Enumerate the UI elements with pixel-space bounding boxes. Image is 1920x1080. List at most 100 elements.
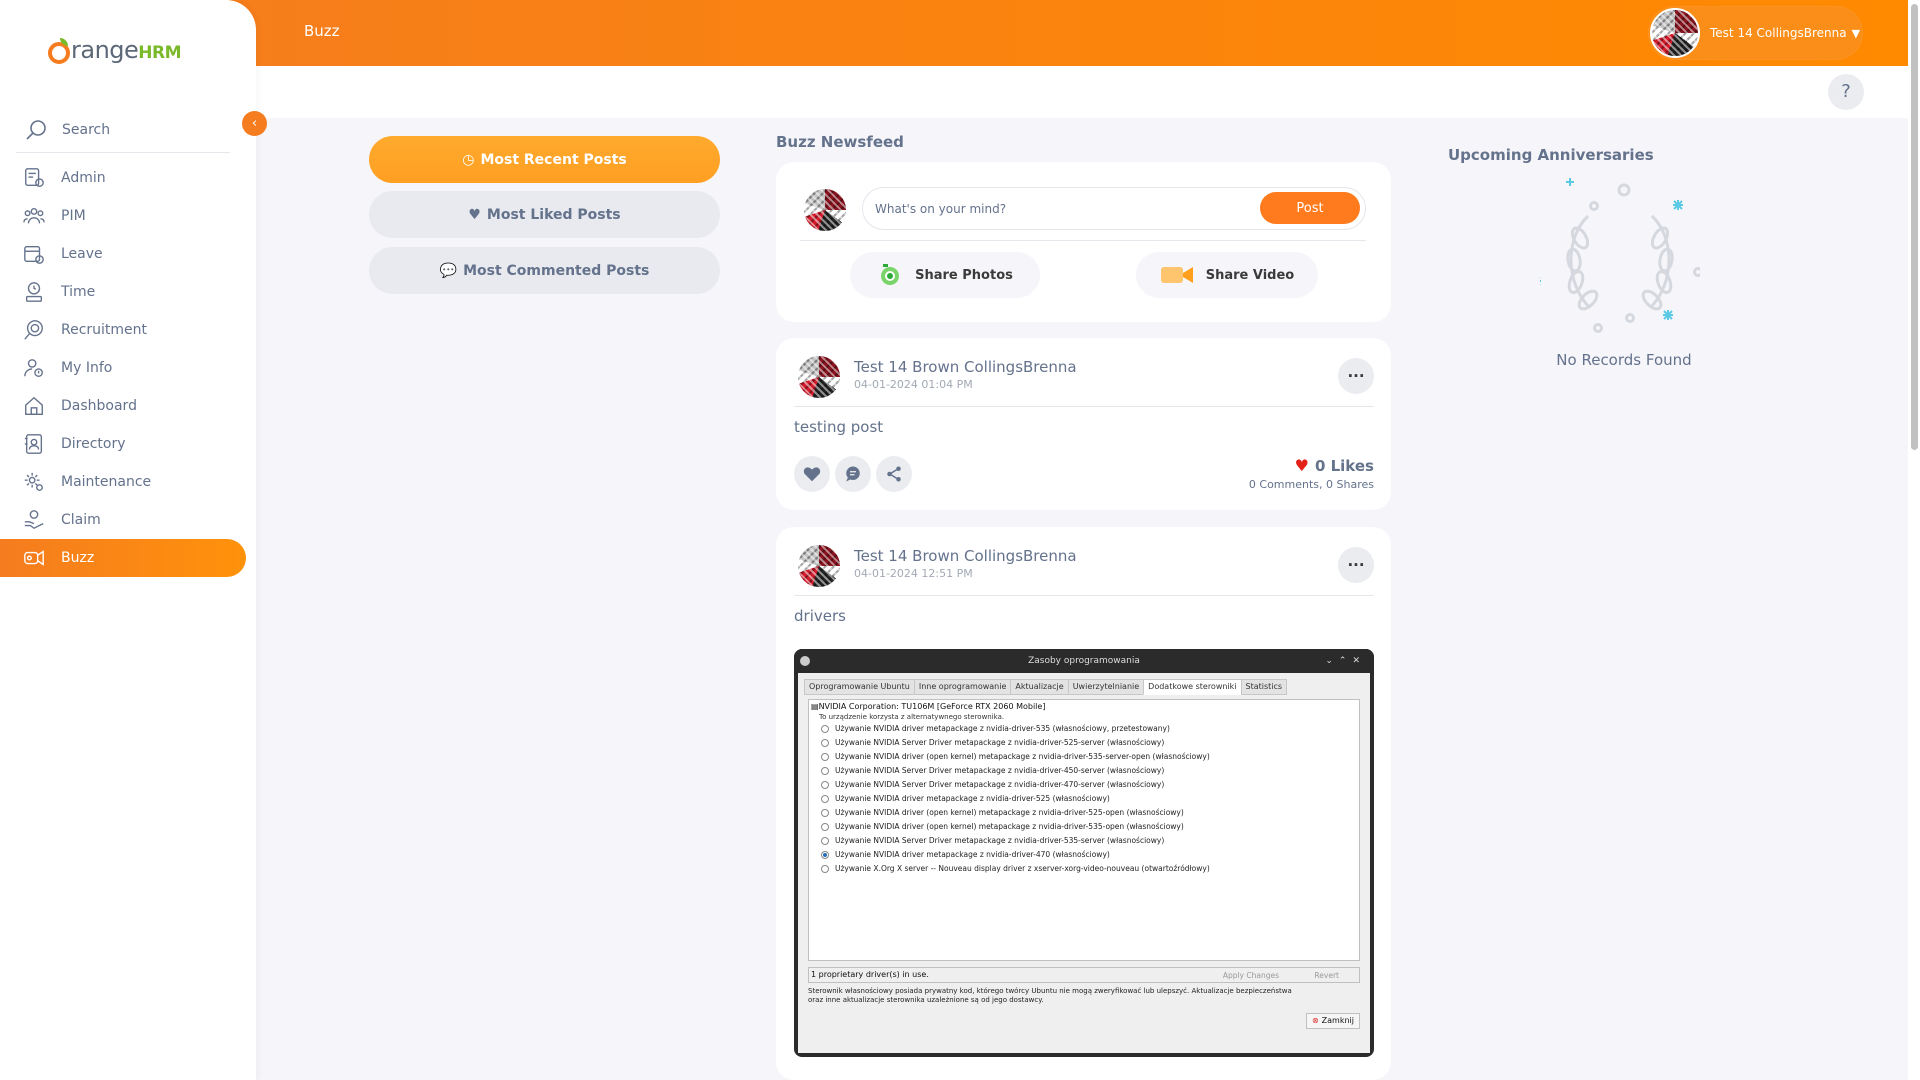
sidebar-item-time[interactable]: Time <box>0 273 246 311</box>
post-author: Test 14 Brown CollingsBrenna <box>854 358 1077 376</box>
attachment-tab: Inne oprogramowanie <box>913 679 1012 695</box>
divider <box>794 595 1374 596</box>
search-label: Search <box>62 122 111 138</box>
sidebar-item-leave[interactable]: Leave <box>0 235 246 273</box>
search-icon <box>26 120 46 140</box>
ellipsis-icon: ··· <box>1347 367 1365 385</box>
shares-count[interactable]: 0 Shares <box>1326 478 1374 491</box>
scrollbar-thumb[interactable] <box>1911 4 1918 450</box>
main-menu: Admin PIM Leave Time Recruitment My Info… <box>0 159 256 577</box>
anniversaries-title: Upcoming Anniversaries <box>1448 146 1654 164</box>
attachment-window-titlebar: Zasoby oprogramowania ⌄⌃✕ <box>794 649 1374 673</box>
sidebar-item-my-info[interactable]: My Info <box>0 349 246 387</box>
comment-button[interactable] <box>835 456 871 492</box>
maintenance-icon <box>22 470 46 494</box>
attachment-driver-option: Używanie NVIDIA Server Driver metapackag… <box>821 836 1164 845</box>
post-date: 04-01-2024 12:51 PM <box>854 567 973 580</box>
post-image-attachment[interactable]: Zasoby oprogramowania ⌄⌃✕ Oprogramowanie… <box>794 649 1374 1057</box>
post-composer: What's on your mind? Post Share Photos S… <box>776 162 1391 322</box>
post-text: testing post <box>794 418 884 436</box>
divider <box>794 406 1374 407</box>
divider <box>800 240 1366 241</box>
page-title: Buzz <box>304 22 340 40</box>
recruitment-icon <box>22 318 46 342</box>
attachment-window-body: Oprogramowanie Ubuntu Inne oprogramowani… <box>798 673 1370 1053</box>
post-button[interactable]: Post <box>1260 192 1360 224</box>
radio-icon <box>821 724 829 733</box>
directory-icon <box>22 432 46 456</box>
user-dropdown[interactable]: Test 14 CollingsBrenna ▼ <box>1648 6 1863 60</box>
attachment-driver-option: Używanie NVIDIA Server Driver metapackag… <box>821 738 1164 747</box>
radio-icon <box>821 794 829 803</box>
attachment-close-label: ⊗ Zamknij <box>1305 1013 1360 1029</box>
heart-filled-icon: ♥ <box>1294 456 1309 475</box>
more-options-button[interactable]: ··· <box>1338 358 1374 394</box>
radio-icon <box>821 780 829 789</box>
window-controls-icon: ⌄⌃✕ <box>1325 656 1366 666</box>
share-video-label: Share Video <box>1205 267 1295 283</box>
attachment-driver-option: Używanie NVIDIA driver (open kernel) met… <box>821 822 1184 831</box>
buzz-icon <box>22 546 46 570</box>
window-menu-icon <box>800 656 810 666</box>
video-camera-icon <box>1160 264 1194 286</box>
like-button[interactable] <box>794 456 830 492</box>
attachment-tab: Oprogramowanie Ubuntu <box>804 679 915 695</box>
share-photos-button[interactable]: Share Photos <box>850 252 1040 298</box>
attachment-tabs: Oprogramowanie Ubuntu Inne oprogramowani… <box>804 679 1288 695</box>
comments-shares-count: 0 Comments, 0 Shares <box>1248 478 1374 491</box>
attachment-device-name: ▤NVIDIA Corporation: TU106M [GeForce RTX… <box>811 702 1046 711</box>
post-date: 04-01-2024 01:04 PM <box>854 378 973 391</box>
sidebar-item-label: Buzz <box>61 550 95 566</box>
sidebar-item-label: Admin <box>61 170 106 186</box>
sidebar-item-dashboard[interactable]: Dashboard <box>0 387 246 425</box>
attachment-driver-option-selected: Używanie NVIDIA driver metapackage z nvi… <box>821 850 1110 859</box>
most-recent-label: Most Recent Posts <box>480 151 627 168</box>
sidebar-item-pim[interactable]: PIM <box>0 197 246 235</box>
share-video-button[interactable]: Share Video <box>1136 252 1318 298</box>
heart-icon <box>803 467 821 482</box>
time-icon <box>22 280 46 304</box>
sidebar-item-maintenance[interactable]: Maintenance <box>0 463 246 501</box>
sidebar-item-claim[interactable]: Claim <box>0 501 246 539</box>
comments-count[interactable]: 0 Comments <box>1249 478 1319 491</box>
most-liked-posts-button[interactable]: ♥ Most Liked Posts <box>369 191 720 238</box>
my-info-icon <box>22 356 46 380</box>
likes-count[interactable]: ♥ 0 Likes <box>1295 456 1374 475</box>
sidebar-collapse-button[interactable]: ‹ <box>242 111 267 136</box>
attachment-driver-option: Używanie X.Org X server -- Nouveau displ… <box>821 864 1210 873</box>
sidebar-item-directory[interactable]: Directory <box>0 425 246 463</box>
most-commented-posts-button[interactable]: 💬 Most Commented Posts <box>369 247 720 294</box>
share-button[interactable] <box>876 456 912 492</box>
post-author: Test 14 Brown CollingsBrenna <box>854 547 1077 565</box>
share-icon <box>887 466 901 482</box>
attachment-driver-option: Używanie NVIDIA driver metapackage z nvi… <box>821 724 1170 733</box>
most-recent-posts-button[interactable]: ◷ Most Recent Posts <box>369 136 720 183</box>
sidebar-item-admin[interactable]: Admin <box>0 159 246 197</box>
post-card: Test 14 Brown CollingsBrenna 04-01-2024 … <box>776 527 1391 1080</box>
attachment-driver-option: Używanie NVIDIA Server Driver metapackag… <box>821 780 1164 789</box>
sidebar-item-label: PIM <box>61 208 86 224</box>
comment-icon <box>846 466 860 482</box>
admin-icon <box>22 166 46 190</box>
more-options-button[interactable]: ··· <box>1338 547 1374 583</box>
attachment-device-subtitle: To urządzenie korzysta z alternatywnego … <box>819 713 1005 721</box>
camera-icon <box>877 263 903 287</box>
sidebar-item-label: Directory <box>61 436 126 452</box>
sidebar-item-label: Maintenance <box>61 474 152 490</box>
attachment-window-title: Zasoby oprogramowania <box>1028 656 1140 666</box>
sidebar-item-recruitment[interactable]: Recruitment <box>0 311 246 349</box>
attachment-status-bar: 1 proprietary driver(s) in use. Apply Ch… <box>808 967 1360 983</box>
attachment-driver-option: Używanie NVIDIA driver metapackage z nvi… <box>821 794 1110 803</box>
newsfeed-title: Buzz Newsfeed <box>776 133 904 151</box>
sub-header <box>256 66 1908 118</box>
user-avatar <box>1650 8 1700 58</box>
attachment-driver-list: ▤NVIDIA Corporation: TU106M [GeForce RTX… <box>808 699 1360 961</box>
sidebar-search[interactable]: Search <box>16 108 230 153</box>
caret-down-icon: ▼ <box>1851 26 1861 40</box>
attachment-tab: Statistics <box>1240 679 1288 695</box>
attachment-driver-option: Używanie NVIDIA driver (open kernel) met… <box>821 752 1210 761</box>
sidebar-item-buzz[interactable]: Buzz <box>0 539 246 577</box>
help-button[interactable]: ? <box>1828 74 1864 110</box>
no-records-text: No Records Found <box>1556 351 1692 369</box>
attachment-apply-label: Apply Changes <box>1222 971 1279 980</box>
